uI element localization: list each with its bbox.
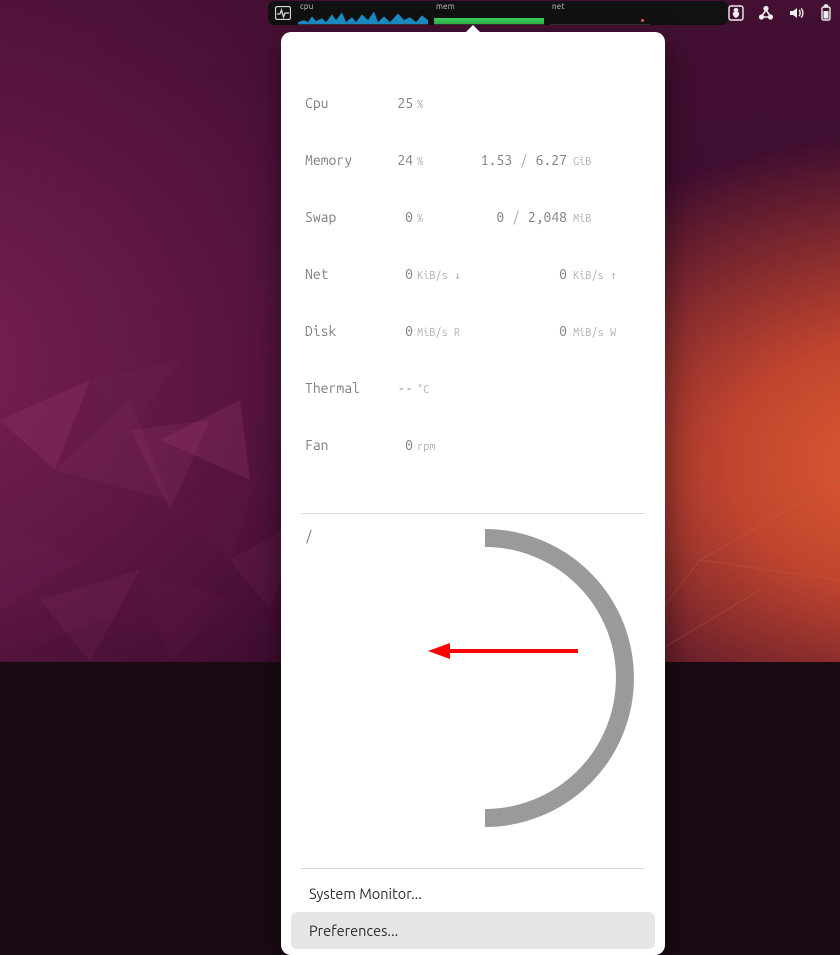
value-disk-read: 0 [377, 322, 413, 341]
label-swap: Swap [305, 208, 377, 227]
value-swap-used: 0 [496, 209, 504, 225]
menu-preferences[interactable]: Preferences... [291, 912, 655, 949]
value-swap-pct: 0 [377, 208, 413, 227]
unit-net-down: KiB/s ↓ [413, 267, 479, 286]
separator [301, 868, 645, 869]
topbar-mem-graph: mem [434, 1, 544, 25]
unit-thermal: °C [413, 381, 479, 400]
value-cpu: 25 [377, 94, 413, 113]
row-cpu: Cpu 25 % [305, 94, 641, 113]
value-net-up: 0 [479, 265, 567, 284]
value-disk-write: 0 [479, 322, 567, 341]
system-monitor-indicator[interactable]: cpu mem net [268, 1, 728, 25]
volume-icon[interactable] [788, 5, 804, 21]
network-icon[interactable] [758, 5, 774, 21]
label-thermal: Thermal [305, 379, 377, 398]
value-net-down: 0 [377, 265, 413, 284]
label-disk: Disk [305, 322, 377, 341]
row-fan: Fan 0 rpm [305, 436, 641, 455]
row-memory: Memory 24 % 1.53 / 6.27 GiB [305, 151, 641, 170]
unit-fan: rpm [413, 438, 479, 457]
unit-memory-pct: % [413, 153, 479, 172]
unit-swap-abs: MiB [567, 210, 591, 229]
value-memory-total: 6.27 [536, 152, 567, 168]
value-swap-total: 2,048 [528, 209, 567, 225]
row-swap: Swap 0 % 0 / 2,048 MiB [305, 208, 641, 227]
stats-block: Cpu 25 % Memory 24 % 1.53 / 6.27 GiB Swa… [287, 40, 659, 499]
unit-disk-write: MiB/s W [567, 324, 616, 343]
top-bar: cpu mem net [0, 0, 840, 26]
unit-net-up: KiB/s ↑ [567, 267, 617, 286]
unit-disk-read: MiB/s R [413, 324, 479, 343]
label-cpu: Cpu [305, 94, 377, 113]
unit-swap-pct: % [413, 210, 479, 229]
topbar-net-graph: net [550, 1, 650, 25]
unit-cpu: % [413, 96, 479, 115]
value-fan: 0 [377, 436, 413, 455]
disk-gauge [325, 518, 645, 838]
row-thermal: Thermal -- °C [305, 379, 641, 398]
label-fan: Fan [305, 436, 377, 455]
unit-memory-abs: GiB [567, 153, 591, 172]
disk-usage-section: / [287, 514, 659, 854]
value-memory-used: 1.53 [481, 152, 512, 168]
topbar-cpu-graph: cpu [298, 1, 428, 25]
value-thermal: -- [377, 379, 413, 398]
menu: System Monitor... Preferences... [287, 875, 659, 949]
row-net: Net 0 KiB/s ↓ 0 KiB/s ↑ [305, 265, 641, 284]
row-disk: Disk 0 MiB/s R 0 MiB/s W [305, 322, 641, 341]
label-memory: Memory [305, 151, 377, 170]
menu-system-monitor[interactable]: System Monitor... [291, 875, 655, 912]
flameshot-icon[interactable] [728, 5, 744, 21]
system-monitor-popup: Cpu 25 % Memory 24 % 1.53 / 6.27 GiB Swa… [281, 32, 665, 955]
activity-icon [274, 4, 292, 22]
top-bar-status-area[interactable] [728, 0, 834, 26]
battery-icon[interactable] [818, 5, 834, 21]
label-net: Net [305, 265, 377, 284]
value-memory-pct: 24 [377, 151, 413, 170]
